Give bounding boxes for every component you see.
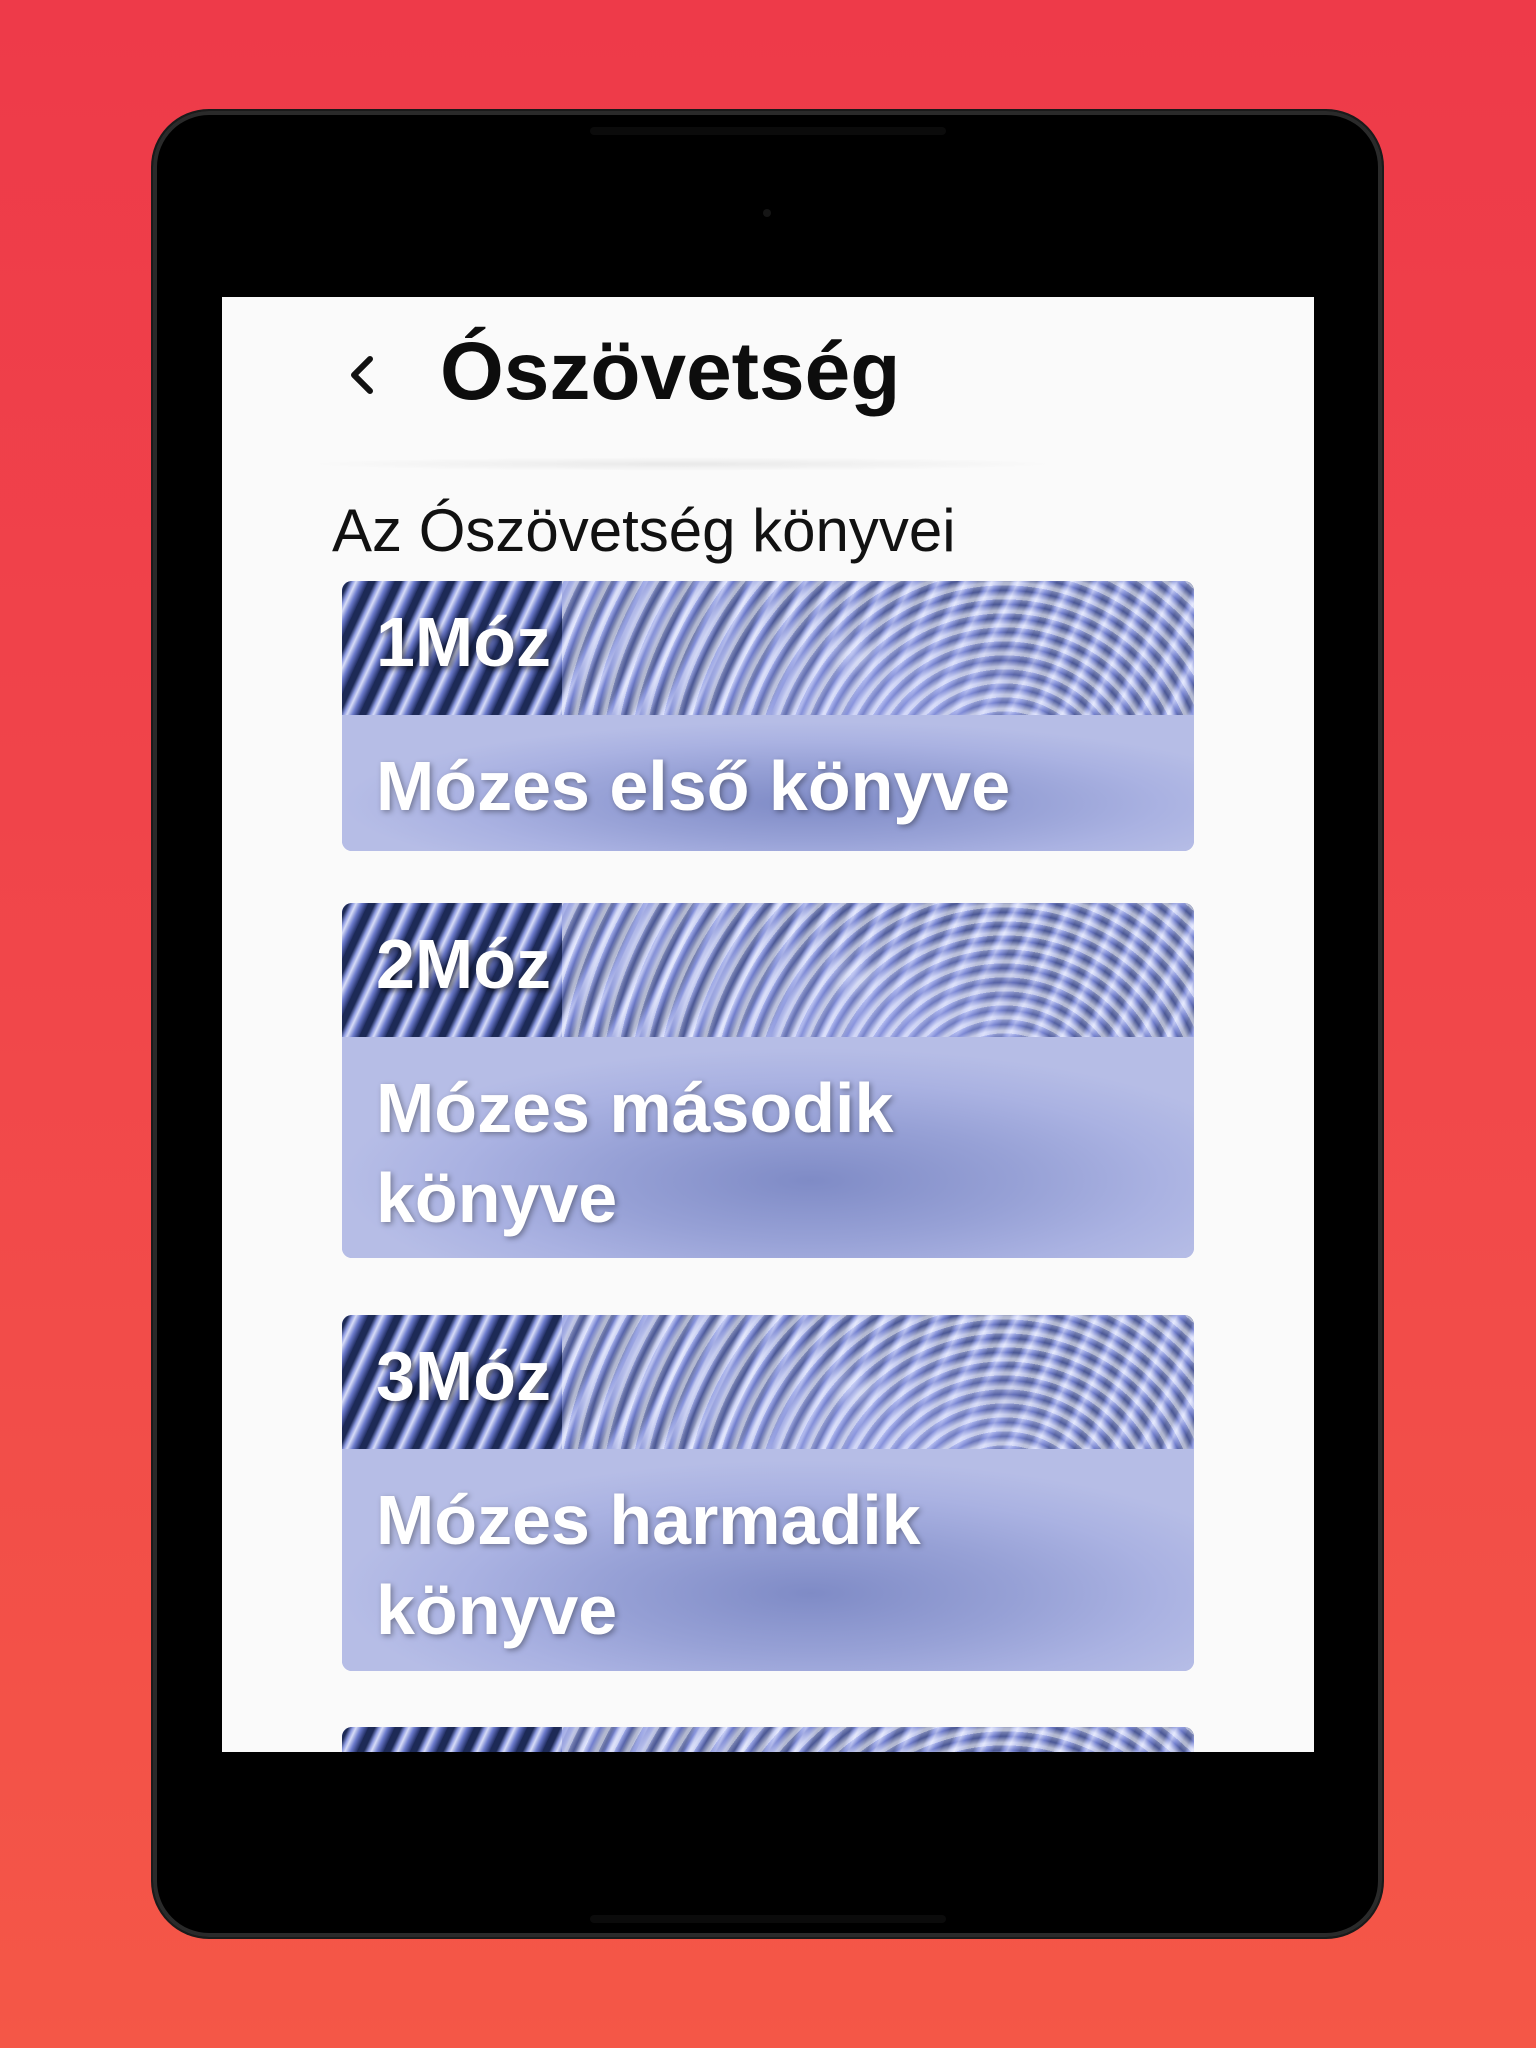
app-bar: Ószövetség: [222, 297, 1314, 465]
chevron-left-icon: [342, 351, 382, 404]
speaker-grille-top: [590, 127, 946, 135]
page-title: Ószövetség: [440, 326, 901, 417]
book-name: Mózes harmadik könyve: [376, 1481, 921, 1649]
book-abbreviation: 3Móz: [376, 1337, 551, 1415]
book-card-partial[interactable]: [342, 1727, 1194, 1752]
section-heading: Az Ószövetség könyvei: [332, 497, 956, 564]
speaker-grille-bottom: [590, 1915, 946, 1923]
book-name: Mózes második könyve: [376, 1069, 894, 1237]
book-name: Mózes első könyve: [376, 747, 1011, 825]
front-camera: [763, 209, 771, 217]
book-abbreviation: 2Móz: [376, 925, 551, 1003]
book-card-3moz[interactable]: 3Móz Mózes harmadik könyve: [342, 1315, 1194, 1671]
book-card-2moz[interactable]: 2Móz Mózes második könyve: [342, 903, 1194, 1258]
app-bar-divider: [302, 457, 1062, 471]
book-card-1moz[interactable]: 1Móz Mózes első könyve: [342, 581, 1194, 851]
back-button[interactable]: [334, 349, 390, 405]
app-screen: Ószövetség Az Ószövetség könyvei 1Móz Mó…: [222, 297, 1314, 1752]
book-abbreviation: 1Móz: [376, 603, 551, 681]
card-pattern-image: [342, 1727, 1194, 1752]
